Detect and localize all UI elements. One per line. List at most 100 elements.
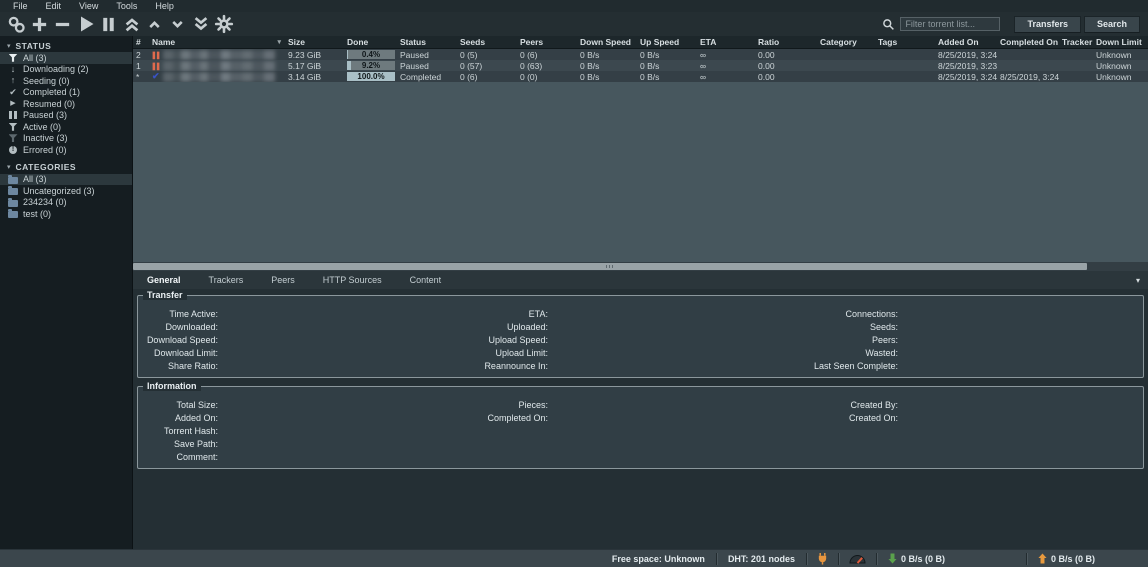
add-torrent-button[interactable] xyxy=(28,13,51,35)
cell-down-speed: 0 B/s xyxy=(577,71,637,82)
folder-icon xyxy=(8,188,18,195)
plus-icon xyxy=(30,15,49,34)
cell-name xyxy=(149,49,285,60)
tab-http-sources[interactable]: HTTP Sources xyxy=(309,271,396,289)
tab-general[interactable]: General xyxy=(133,271,195,289)
cell-number: 1 xyxy=(133,60,149,71)
status-section-header[interactable]: ▾ STATUS xyxy=(0,39,132,52)
col-done[interactable]: Done xyxy=(345,36,397,48)
label-connections: Connections: xyxy=(548,309,898,319)
col-number[interactable]: # xyxy=(133,36,149,48)
connection-status-button[interactable] xyxy=(807,552,838,565)
label-created-by: Created By: xyxy=(548,400,898,410)
menu-file[interactable]: File xyxy=(4,0,37,12)
torrent-row[interactable]: 1 5.17 GiB 9.2% Paused 0 (57) 0 (63) 0 B… xyxy=(133,60,1148,71)
torrent-filter-input[interactable] xyxy=(900,17,1000,31)
sidebar-category-test[interactable]: test (0) xyxy=(0,208,132,220)
sidebar-status-errored[interactable]: ! Errored (0) xyxy=(0,144,132,156)
pause-button[interactable] xyxy=(97,13,120,35)
col-completed-on[interactable]: Completed On xyxy=(997,36,1059,48)
sidebar-status-seeding[interactable]: ↑ Seeding (0) xyxy=(0,75,132,87)
tab-transfers[interactable]: Transfers xyxy=(1014,16,1081,33)
sidebar-status-active[interactable]: Active (0) xyxy=(0,121,132,133)
resume-button[interactable] xyxy=(74,13,97,35)
move-top-button[interactable] xyxy=(120,13,143,35)
col-peers[interactable]: Peers xyxy=(517,36,577,48)
add-torrent-link-button[interactable] xyxy=(5,13,28,35)
information-groupbox: Information Total Size:Pieces:Created By… xyxy=(137,386,1144,469)
sidebar-category-all[interactable]: All (3) xyxy=(0,174,132,186)
label-download-limit: Download Limit: xyxy=(138,348,218,358)
torrent-name-redacted xyxy=(163,50,275,60)
tab-peers[interactable]: Peers xyxy=(257,271,309,289)
menu-edit[interactable]: Edit xyxy=(37,0,71,12)
sidebar-status-inactive[interactable]: Inactive (3) xyxy=(0,133,132,145)
progress-bar: 9.2% xyxy=(347,61,395,70)
cell-status: Completed xyxy=(397,71,457,82)
categories-section-header[interactable]: ▾ CATEGORIES xyxy=(0,161,132,174)
torrent-row[interactable]: * ✔ 3.14 GiB 100.0% Completed 0 (6) 0 (0… xyxy=(133,71,1148,82)
cell-seeds: 0 (6) xyxy=(457,71,517,82)
download-speed-widget[interactable]: 0 B/s (0 B) xyxy=(877,553,956,564)
col-size[interactable]: Size xyxy=(285,36,345,48)
move-bottom-button[interactable] xyxy=(189,13,212,35)
cell-down-limit: Unknown xyxy=(1093,49,1148,60)
col-down-speed[interactable]: Down Speed xyxy=(577,36,637,48)
col-down-limit[interactable]: Down Limit xyxy=(1093,36,1148,48)
download-speed-text: 0 B/s (0 B) xyxy=(901,554,945,564)
cell-up-speed: 0 B/s xyxy=(637,60,697,71)
folder-icon xyxy=(8,177,18,184)
col-name[interactable]: Name▾ xyxy=(149,36,285,48)
tab-content[interactable]: Content xyxy=(396,271,456,289)
col-added-on[interactable]: Added On xyxy=(935,36,997,48)
play-icon: ▶ xyxy=(7,100,19,107)
speed-gauge-icon xyxy=(849,553,866,564)
options-button[interactable] xyxy=(212,13,235,35)
panel-collapse-icon[interactable]: ▾ xyxy=(1136,276,1140,285)
double-chevron-up-icon xyxy=(123,15,141,33)
col-status[interactable]: Status xyxy=(397,36,457,48)
cell-done: 0.4% xyxy=(345,49,397,60)
table-header: # Name▾ Size Done Status Seeds Peers Dow… xyxy=(133,36,1148,49)
cell-category xyxy=(817,49,875,60)
up-arrow-icon: ↑ xyxy=(7,76,19,85)
transfer-groupbox-title: Transfer xyxy=(143,290,187,300)
tab-trackers[interactable]: Trackers xyxy=(195,271,258,289)
menu-help[interactable]: Help xyxy=(146,0,183,12)
col-eta[interactable]: ETA xyxy=(697,36,755,48)
up-arrow-icon xyxy=(1038,553,1047,564)
tab-search[interactable]: Search xyxy=(1084,16,1140,33)
move-up-button[interactable] xyxy=(143,13,166,35)
label-wasted: Wasted: xyxy=(548,348,898,358)
delete-torrent-button[interactable] xyxy=(51,13,74,35)
upload-speed-widget[interactable]: 0 B/s (0 B) xyxy=(1027,553,1106,564)
scrollbar-thumb[interactable] xyxy=(133,263,1087,270)
sidebar-category-234234[interactable]: 234234 (0) xyxy=(0,197,132,209)
sidebar-status-all[interactable]: All (3) xyxy=(0,52,132,64)
move-down-button[interactable] xyxy=(166,13,189,35)
sidebar-status-downloading[interactable]: ↓ Downloading (2) xyxy=(0,64,132,76)
cell-peers: 0 (6) xyxy=(517,49,577,60)
cell-size: 5.17 GiB xyxy=(285,60,345,71)
toolbar: Transfers Search xyxy=(0,12,1148,36)
alt-speed-limits-button[interactable] xyxy=(839,553,876,564)
col-tracker[interactable]: Tracker xyxy=(1059,36,1093,48)
col-seeds[interactable]: Seeds xyxy=(457,36,517,48)
cell-completed-on: 8/25/2019, 3:24... xyxy=(997,71,1059,82)
col-up-speed[interactable]: Up Speed xyxy=(637,36,697,48)
sidebar-status-resumed[interactable]: ▶ Resumed (0) xyxy=(0,98,132,110)
torrent-row[interactable]: 2 9.23 GiB 0.4% Paused 0 (5) 0 (6) 0 B/s… xyxy=(133,49,1148,60)
torrent-name-redacted xyxy=(163,72,275,82)
col-category[interactable]: Category xyxy=(817,36,875,48)
sidebar-status-paused[interactable]: Paused (3) xyxy=(0,110,132,122)
sidebar-category-uncategorized[interactable]: Uncategorized (3) xyxy=(0,185,132,197)
col-tags[interactable]: Tags xyxy=(875,36,935,48)
cell-added-on: 8/25/2019, 3:24... xyxy=(935,71,997,82)
horizontal-scrollbar[interactable] xyxy=(133,262,1148,271)
sidebar-status-completed[interactable]: ✔ Completed (1) xyxy=(0,87,132,99)
play-icon xyxy=(76,14,96,34)
collapse-arrow-icon: ▾ xyxy=(7,42,11,50)
menu-tools[interactable]: Tools xyxy=(107,0,146,12)
menu-view[interactable]: View xyxy=(70,0,107,12)
col-ratio[interactable]: Ratio xyxy=(755,36,817,48)
